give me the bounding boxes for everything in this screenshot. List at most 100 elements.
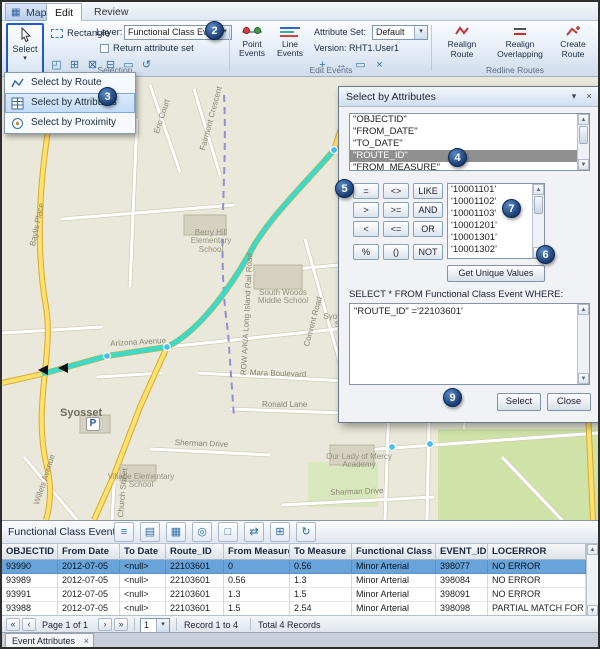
table-cell: Minor Arterial — [352, 588, 436, 602]
total-records-label: Total 4 Records — [258, 620, 321, 630]
column-header[interactable]: Functional Class — [352, 544, 436, 560]
callout-4: 4 — [448, 148, 467, 167]
column-header[interactable]: LOCERROR — [488, 544, 586, 560]
prev-page-button[interactable]: ‹ — [22, 618, 36, 631]
layer-label: Layer: — [96, 27, 122, 38]
table-cell: PARTIAL MATCH FOR THE TO-... — [488, 602, 586, 616]
column-header[interactable]: To Measure — [290, 544, 352, 560]
first-page-button[interactable]: « — [6, 618, 20, 631]
value-item[interactable]: '10001201' — [448, 220, 544, 232]
table-row[interactable]: 93989 2012-07-05 <null> 22103601 0.56 1.… — [2, 574, 586, 588]
field-item[interactable]: "OBJECTID" — [350, 114, 589, 126]
tab-close-icon[interactable]: × — [84, 636, 89, 646]
scroll-up-icon[interactable]: ▲ — [587, 544, 598, 555]
chevron-down-icon[interactable]: ▾ — [156, 619, 169, 632]
scroll-up-icon[interactable]: ▲ — [578, 114, 589, 125]
separator — [250, 618, 251, 631]
where-clause-box[interactable]: "ROUTE_ID" ='22103601' ▲ ▼ — [349, 303, 590, 385]
scroll-down-icon[interactable]: ▼ — [578, 159, 589, 170]
dialog-close-icon[interactable]: × — [583, 91, 595, 101]
menu-item-select-by-proximity[interactable]: Select by Proximity — [5, 113, 135, 133]
column-header[interactable]: EVENT_ID — [436, 544, 488, 560]
dialog-title: Select by Attributes — [346, 91, 436, 103]
operator-button-greater[interactable]: > — [353, 202, 379, 218]
show-all-records-icon[interactable]: ▤ — [140, 522, 160, 542]
operator-button-like[interactable]: LIKE — [413, 183, 443, 199]
scroll-up-icon[interactable]: ▲ — [578, 304, 589, 315]
column-header[interactable]: To Date — [120, 544, 166, 560]
tab-review[interactable]: Review — [86, 3, 136, 21]
table-cell: 1.3 — [224, 588, 290, 602]
column-header[interactable]: OBJECTID — [2, 544, 58, 560]
page-size-select[interactable]: 1 ▾ — [140, 618, 170, 633]
field-item[interactable]: "FROM_DATE" — [350, 126, 589, 138]
get-unique-values-button[interactable]: Get Unique Values — [447, 265, 545, 282]
refresh-table-icon[interactable]: ↻ — [296, 522, 316, 542]
column-header[interactable]: From Date — [58, 544, 120, 560]
menu-item-select-by-route[interactable]: Select by Route — [5, 73, 135, 93]
tab-event-attributes[interactable]: Event Attributes × — [5, 633, 94, 648]
scroll-down-icon[interactable]: ▼ — [578, 373, 589, 384]
field-item[interactable]: "FROM_MEASURE" — [350, 162, 589, 171]
chevron-down-icon[interactable]: ▾ — [414, 26, 427, 39]
table-scrollbar[interactable]: ▲ ▼ — [586, 544, 598, 616]
attribute-set-combobox[interactable]: Default ▾ — [372, 25, 428, 40]
value-item[interactable]: '10001103' — [448, 208, 544, 220]
value-item[interactable]: '10001102' — [448, 196, 544, 208]
switch-selection-icon[interactable]: ⇄ — [244, 522, 264, 542]
values-listbox[interactable]: '10001101' '10001102' '10001103' '100012… — [447, 183, 545, 259]
operator-button-greater-equal[interactable]: >= — [383, 202, 409, 218]
tab-edit[interactable]: Edit — [46, 3, 82, 21]
table-cell: 2.54 — [290, 602, 352, 616]
select-confirm-button[interactable]: Select — [497, 393, 541, 411]
select-cursor-icon — [19, 27, 32, 42]
dialog-titlebar[interactable]: Select by Attributes ▾ × — [339, 87, 598, 107]
map-label: Our Lady of Mercy Academy — [322, 453, 396, 470]
table-cell: 2012-07-05 — [58, 574, 120, 588]
field-listbox[interactable]: "OBJECTID" "FROM_DATE" "TO_DATE" "ROUTE_… — [349, 113, 590, 171]
value-item[interactable]: '10001101' — [448, 184, 544, 196]
return-attribute-set-checkbox[interactable] — [100, 44, 109, 53]
where-clause-label: SELECT * FROM Functional Class Event WHE… — [349, 289, 563, 300]
next-page-button[interactable]: › — [98, 618, 112, 631]
clear-selection-icon[interactable]: □ — [218, 522, 238, 542]
table-row[interactable]: 93991 2012-07-05 <null> 22103601 1.3 1.5… — [2, 588, 586, 602]
column-header[interactable]: From Measure — [224, 544, 290, 560]
operator-button-not[interactable]: NOT — [413, 244, 443, 260]
last-page-button[interactable]: » — [114, 618, 128, 631]
operator-button-less-equal[interactable]: <= — [383, 221, 409, 237]
operator-button-or[interactable]: OR — [413, 221, 443, 237]
value-item[interactable]: '10001302' — [448, 244, 544, 256]
scroll-up-icon[interactable]: ▲ — [533, 184, 544, 195]
operator-button-less[interactable]: < — [353, 221, 379, 237]
field-item-selected[interactable]: "ROUTE_ID" — [350, 150, 589, 162]
map-label: Sherman Drive — [175, 438, 229, 449]
operator-button-equals[interactable]: = — [353, 183, 379, 199]
field-list-scrollbar[interactable]: ▲ ▼ — [577, 114, 589, 170]
where-box-scrollbar[interactable]: ▲ ▼ — [577, 304, 589, 384]
field-item[interactable]: "TO_DATE" — [350, 138, 589, 150]
attributes-dialog: Select by Attributes ▾ × "OBJECTID" "FRO… — [338, 86, 599, 423]
dialog-close-button[interactable]: Close — [547, 393, 591, 411]
attribute-window-icon[interactable]: ⊞ — [270, 522, 290, 542]
table-toolbar: Functional Class Event ≡ ▤ ▦ ◎ □ ⇄ ⊞ ↻ — [2, 521, 598, 544]
operator-button-and[interactable]: AND — [413, 202, 443, 218]
table-cell: 93988 — [2, 602, 58, 616]
dialog-collapse-icon[interactable]: ▾ — [568, 91, 580, 102]
table-cell: 22103601 — [166, 574, 224, 588]
zoom-to-selection-icon[interactable]: ◎ — [192, 522, 212, 542]
scrollbar-thumb[interactable] — [579, 126, 588, 144]
operator-button-percent[interactable]: % — [353, 244, 379, 260]
column-header[interactable]: Route_ID — [166, 544, 224, 560]
operator-button-not-equal[interactable]: <> — [383, 183, 409, 199]
scrollbar-thumb[interactable] — [534, 196, 543, 214]
table-options-icon[interactable]: ≡ — [114, 522, 134, 542]
separator — [176, 618, 177, 631]
operator-button-parentheses[interactable]: () — [383, 244, 409, 260]
table-row[interactable]: 93990 2012-07-05 <null> 22103601 0 0.56 … — [2, 560, 586, 574]
chevron-down-icon: ▾ — [8, 54, 42, 62]
callout-2: 2 — [205, 21, 224, 40]
value-item[interactable]: '10001301' — [448, 232, 544, 244]
table-row[interactable]: 93988 2012-07-05 <null> 22103601 1.5 2.5… — [2, 602, 586, 616]
show-selected-records-icon[interactable]: ▦ — [166, 522, 186, 542]
